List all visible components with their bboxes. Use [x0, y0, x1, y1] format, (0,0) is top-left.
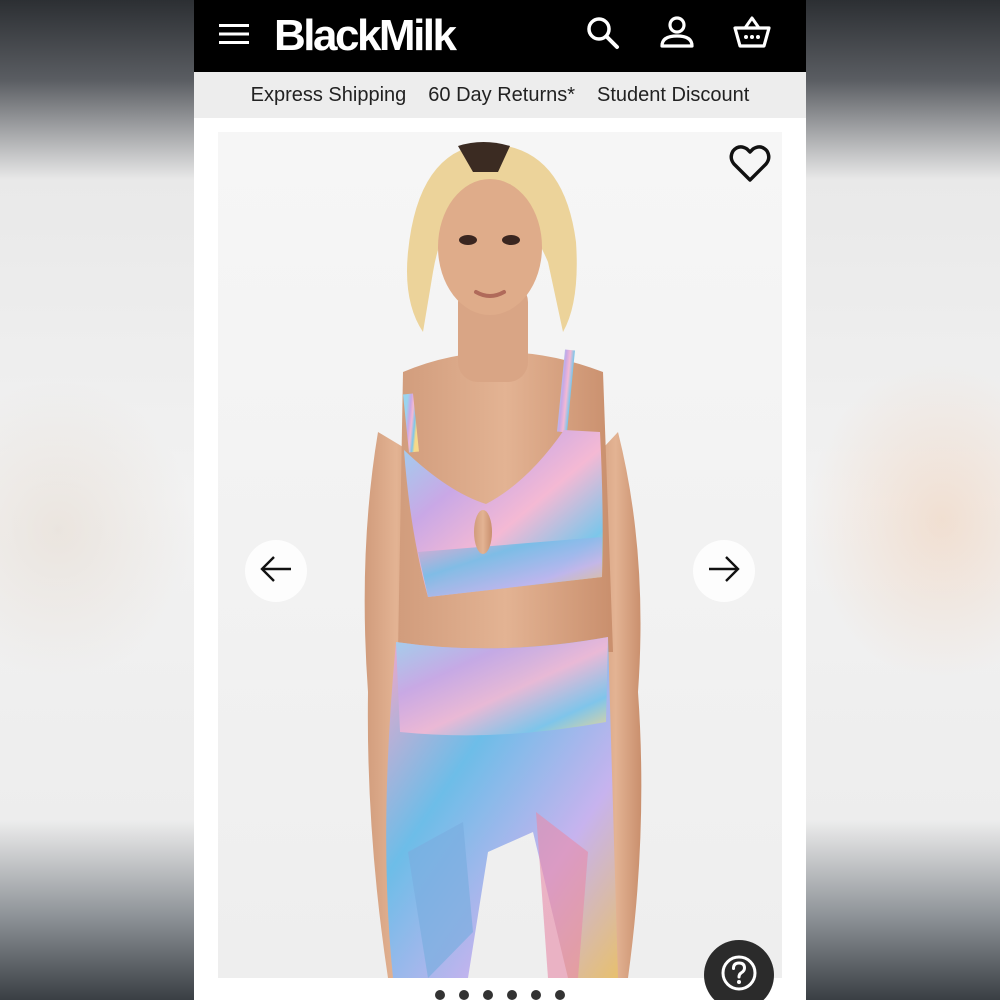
basket-icon[interactable] [731, 12, 773, 54]
pagination-dot[interactable] [459, 990, 469, 1000]
backdrop-glow-left [0, 380, 194, 680]
promo-bar: Express Shipping 60 Day Returns* Student… [194, 72, 806, 118]
pagination-dot[interactable] [555, 990, 565, 1000]
brand-logo[interactable]: BlackMilk [274, 6, 457, 66]
heart-icon[interactable] [728, 142, 772, 186]
pagination-dot[interactable] [483, 990, 493, 1000]
backdrop-glow-right [806, 360, 1000, 680]
question-mark-icon [720, 954, 758, 997]
promo-student-discount[interactable]: Student Discount [597, 84, 749, 107]
next-image-button[interactable] [693, 540, 755, 602]
user-icon[interactable] [656, 12, 698, 54]
arrow-left-icon [258, 551, 294, 592]
mobile-page: BlackMilk Express Shipping 60 Day Return… [194, 0, 806, 1000]
promo-express-shipping[interactable]: Express Shipping [251, 84, 407, 107]
arrow-right-icon [706, 551, 742, 592]
promo-returns[interactable]: 60 Day Returns* [428, 84, 575, 107]
site-header: BlackMilk [194, 0, 806, 72]
previous-image-button[interactable] [245, 540, 307, 602]
product-image-gallery[interactable] [218, 132, 782, 978]
hamburger-menu-icon[interactable] [218, 18, 250, 50]
pagination-dot[interactable] [531, 990, 541, 1000]
pagination-dot[interactable] [507, 990, 517, 1000]
search-icon[interactable] [582, 12, 624, 54]
pagination-dot[interactable] [435, 990, 445, 1000]
